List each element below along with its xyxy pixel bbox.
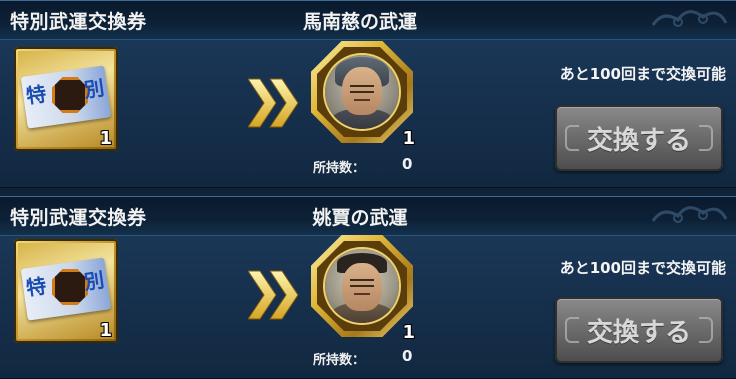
portrait-eyes xyxy=(350,279,374,287)
exchange-button[interactable]: 交換する xyxy=(555,105,723,171)
ticket-item[interactable]: 特 別 1 xyxy=(14,47,118,151)
exchange-button[interactable]: 交換する xyxy=(555,297,723,363)
owned-value: 0 xyxy=(402,155,413,173)
button-ornament-left xyxy=(565,317,579,343)
cloud-ornament-icon xyxy=(651,206,728,223)
double-chevron-icon xyxy=(248,78,299,128)
ticket-char-right: 別 xyxy=(82,75,106,103)
reward-quantity: 1 xyxy=(402,322,415,343)
owned-label: 所持数： xyxy=(313,161,366,176)
exchange-row-1: 特別武運交換券 馬南慈の武運 特 別 1 1 所持数： 0 あと100回まで交換… xyxy=(0,0,736,188)
cloud-ornament-icon xyxy=(651,10,728,27)
remaining-exchanges: あと100回まで交換可能 xyxy=(559,65,726,83)
reward-medal[interactable]: 1 xyxy=(311,235,415,343)
exchange-button-label: 交換する xyxy=(586,317,691,348)
owned-label: 所持数： xyxy=(313,353,366,368)
reward-quantity: 1 xyxy=(402,128,415,149)
row-header: 特別武運交換券 姚賈の武運 xyxy=(0,197,736,236)
ticket-title: 特別武運交換券 xyxy=(10,11,147,33)
portrait-mustache xyxy=(354,293,370,299)
ticket-char-left: 特 xyxy=(24,81,48,109)
exchange-button-label: 交換する xyxy=(586,125,691,156)
ticket-title: 特別武運交換券 xyxy=(10,207,147,229)
button-ornament-right xyxy=(699,317,713,343)
ticket-char-left: 特 xyxy=(24,273,48,301)
mustached-noble-portrait xyxy=(325,249,399,323)
portrait-eyes xyxy=(350,85,374,93)
helmeted-general-portrait xyxy=(325,55,399,129)
portrait-mustache xyxy=(354,99,370,105)
double-chevron-icon xyxy=(248,270,299,320)
ticket-item[interactable]: 特 別 1 xyxy=(14,239,118,343)
reward-medal[interactable]: 1 xyxy=(311,41,415,149)
ticket-char-right: 別 xyxy=(82,267,106,295)
portrait-head xyxy=(342,263,382,311)
fortune-title: 姚賈の武運 xyxy=(312,207,408,229)
fortune-title: 馬南慈の武運 xyxy=(302,11,417,33)
row-header: 特別武運交換券 馬南慈の武運 xyxy=(0,1,736,40)
exchange-row-2: 特別武運交換券 姚賈の武運 特 別 1 1 所持数： 0 あと100回まで交換可… xyxy=(0,196,736,379)
button-ornament-right xyxy=(699,125,713,151)
owned-value: 0 xyxy=(402,347,413,365)
remaining-exchanges: あと100回まで交換可能 xyxy=(559,259,726,277)
ticket-quantity: 1 xyxy=(99,320,112,341)
button-ornament-left xyxy=(565,125,579,151)
ticket-quantity: 1 xyxy=(99,128,112,149)
